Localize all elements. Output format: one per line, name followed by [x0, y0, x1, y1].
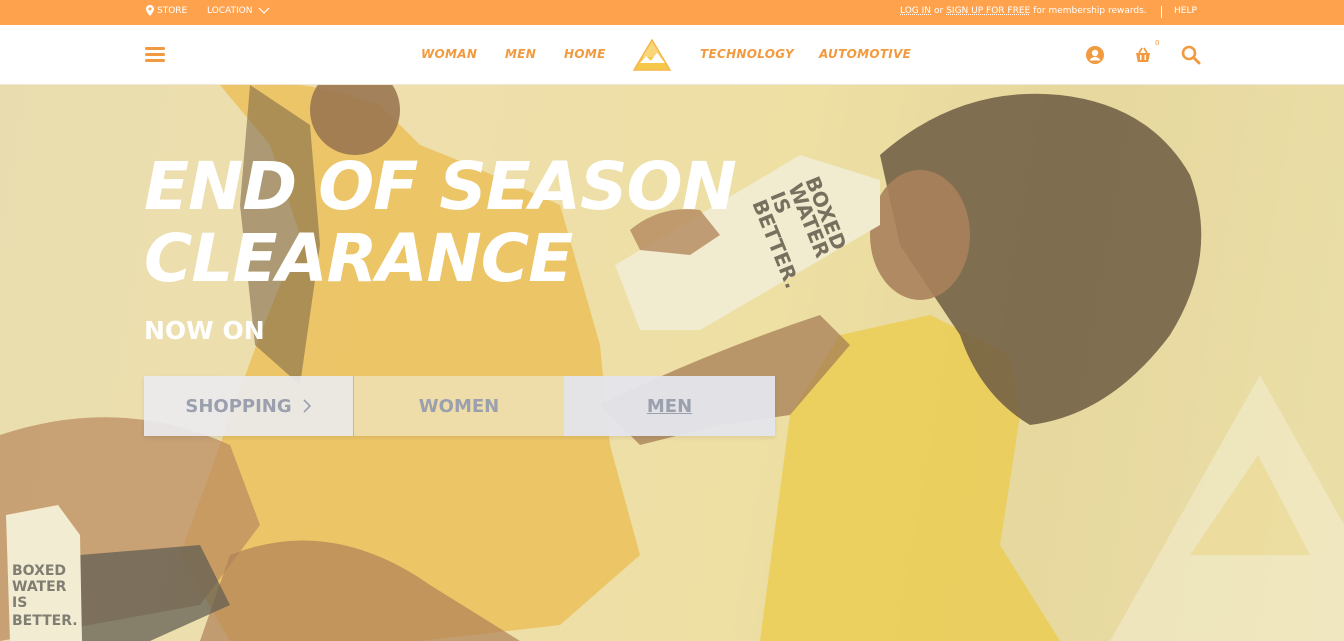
rewards-text: for membership rewards.	[1033, 6, 1147, 16]
nav-link-home[interactable]: HOME	[564, 47, 606, 61]
nav-link-woman[interactable]: WOMAN	[421, 47, 477, 61]
user-account-icon[interactable]	[1085, 45, 1105, 65]
store-label: STORE	[157, 5, 188, 16]
or-text: or	[934, 6, 944, 16]
chevron-down-icon	[258, 7, 269, 14]
hamburger-menu-icon[interactable]	[145, 47, 165, 63]
men-button[interactable]: MEN	[564, 376, 775, 436]
women-label: WOMEN	[418, 395, 500, 417]
hero-banner: BOXED WATER IS BETTER. BOXED WATER IS BE…	[0, 85, 1344, 641]
shopping-button[interactable]: SHOPPING	[144, 376, 354, 436]
hero-title: END OF SEASON CLEARANCE	[144, 148, 737, 297]
chevron-right-icon	[303, 399, 311, 413]
search-icon[interactable]	[1181, 45, 1201, 65]
brand-logo-icon[interactable]	[633, 39, 671, 71]
location-dropdown[interactable]: LOCATION	[207, 6, 270, 16]
shopping-label: SHOPPING	[185, 395, 292, 417]
map-pin-icon	[146, 5, 154, 16]
top-utility-bar: STORE LOCATION LOG IN or SIGN UP FOR FRE…	[0, 0, 1344, 25]
signup-link[interactable]: SIGN UP FOR FREE	[946, 6, 1030, 16]
store-link[interactable]: STORE	[146, 5, 187, 16]
cta-button-group: SHOPPING WOMEN MEN	[144, 376, 775, 436]
help-link[interactable]: HELP	[1174, 6, 1197, 16]
nav-link-men[interactable]: MEN	[505, 47, 536, 61]
topbar-divider	[1161, 6, 1162, 18]
login-link[interactable]: LOG IN	[900, 6, 931, 16]
men-label: MEN	[646, 395, 693, 417]
hero-title-line-2: CLEARANCE	[144, 220, 573, 297]
hero-title-line-1: END OF SEASON	[144, 148, 737, 225]
membership-prompt: LOG IN or SIGN UP FOR FREE for membershi…	[900, 6, 1147, 16]
main-nav: WOMAN MEN HOME TECHNOLOGY AUTOMOTIVE 0	[0, 25, 1344, 85]
nav-link-technology[interactable]: TECHNOLOGY	[700, 47, 794, 61]
hero-subtitle: NOW ON	[144, 316, 265, 345]
nav-link-automotive[interactable]: AUTOMOTIVE	[819, 47, 911, 61]
shopping-basket-icon[interactable]	[1133, 45, 1153, 65]
women-button[interactable]: WOMEN	[354, 376, 564, 436]
location-label: LOCATION	[207, 6, 253, 16]
cart-count-badge: 0	[1155, 39, 1160, 47]
